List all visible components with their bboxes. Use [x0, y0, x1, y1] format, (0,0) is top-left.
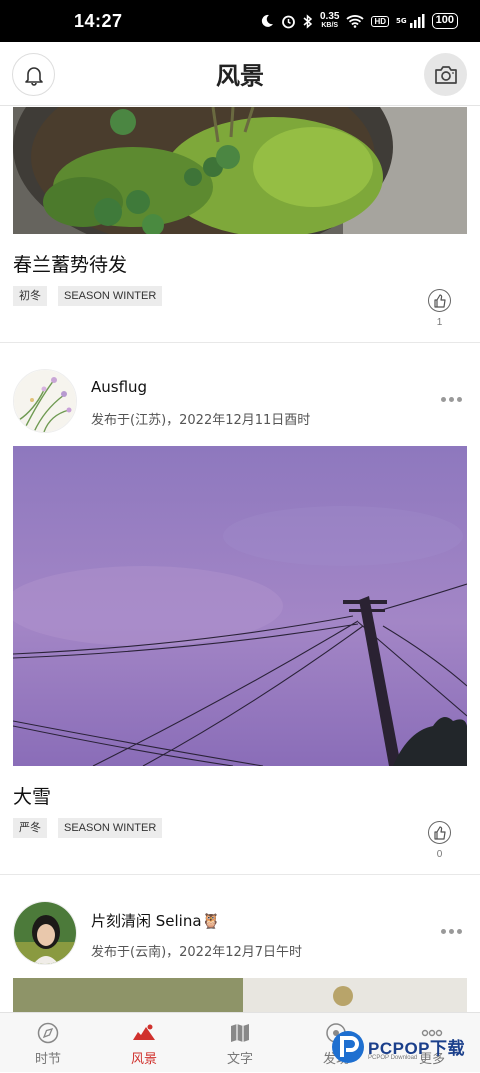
nav-item-seasons[interactable]: 时节 [0, 1013, 96, 1073]
author-name[interactable]: 片刻清闲 Selina🦉 [91, 910, 220, 931]
more-options-button[interactable] [441, 929, 462, 934]
post-meta: 发布于(云南)，2022年12月7日午时 [91, 945, 303, 960]
dot [441, 929, 446, 934]
nav-label: 风景 [130, 1052, 157, 1067]
author-avatar[interactable] [13, 901, 77, 965]
author-name[interactable]: Ausflug [91, 378, 147, 396]
camera-icon [434, 65, 457, 84]
hd-badge: HD [371, 15, 390, 27]
pcpop-logo-icon [332, 1031, 364, 1063]
post-photo-sky[interactable] [13, 446, 467, 766]
painting-image [13, 978, 467, 1012]
moss-pot-image [13, 107, 467, 234]
landscape-icon [133, 1024, 155, 1040]
thumbs-up-icon [433, 825, 446, 840]
camera-button[interactable] [424, 53, 467, 96]
page-title: 风景 [216, 62, 264, 90]
moon-icon [261, 14, 273, 27]
alarm-icon [282, 15, 295, 28]
wifi-icon [346, 15, 365, 28]
dot [449, 929, 454, 934]
post-photo-moss[interactable] [13, 107, 467, 234]
thumbs-up-icon [433, 293, 446, 308]
dot [441, 397, 446, 402]
status-bar: 14:27 0.35 KB/S HD 5G 100 [0, 0, 480, 42]
feed[interactable]: 春兰蓄势待发 初冬 SEASON WINTER 1 Ausflug 发布于(江苏… [0, 107, 480, 1012]
like-count: 0 [436, 849, 443, 860]
flower-avatar-image [14, 370, 76, 432]
post-divider [0, 342, 480, 343]
bluetooth-icon [303, 13, 313, 29]
post-tag[interactable]: SEASON WINTER [58, 818, 163, 838]
net-speed: 0.35 KB/S [319, 11, 340, 30]
dot [457, 397, 462, 402]
battery-indicator: 100 [431, 13, 458, 29]
post-title[interactable]: 大雪 [13, 782, 51, 809]
post-meta: 发布于(江苏)，2022年12月11日酉时 [91, 413, 311, 428]
signal-icon [409, 14, 425, 28]
post-tag[interactable]: SEASON WINTER [58, 286, 163, 306]
post-title[interactable]: 春兰蓄势待发 [13, 250, 127, 277]
watermark: PCPOP下载 PCPOP Download [330, 1026, 480, 1072]
nav-item-text[interactable]: 文字 [192, 1013, 288, 1073]
compass-icon [37, 1022, 59, 1044]
signal-label: 5G [396, 17, 407, 25]
dot [457, 929, 462, 934]
like-button[interactable] [428, 821, 451, 844]
status-time: 14:27 [74, 10, 123, 31]
portrait-avatar-image [14, 902, 76, 964]
notification-button[interactable] [12, 53, 55, 96]
post-tag[interactable]: 严冬 [13, 818, 47, 838]
nav-label: 时节 [34, 1052, 61, 1067]
nav-item-landscape[interactable]: 风景 [96, 1013, 192, 1073]
post-tag[interactable]: 初冬 [13, 286, 47, 306]
author-avatar[interactable] [13, 369, 77, 433]
more-options-button[interactable] [441, 397, 462, 402]
like-count: 1 [436, 317, 443, 328]
post-photo-painting[interactable] [13, 978, 467, 1012]
purple-sky-image [13, 446, 467, 766]
status-icons: 0.35 KB/S HD 5G 100 [260, 12, 458, 30]
map-icon [231, 1024, 249, 1042]
app-header: 风景 [0, 42, 480, 106]
watermark-sub: PCPOP Download [368, 1055, 418, 1061]
post-divider [0, 874, 480, 875]
like-button[interactable] [428, 289, 451, 312]
bell-icon [24, 66, 43, 86]
nav-label: 文字 [226, 1052, 253, 1067]
dot [449, 397, 454, 402]
